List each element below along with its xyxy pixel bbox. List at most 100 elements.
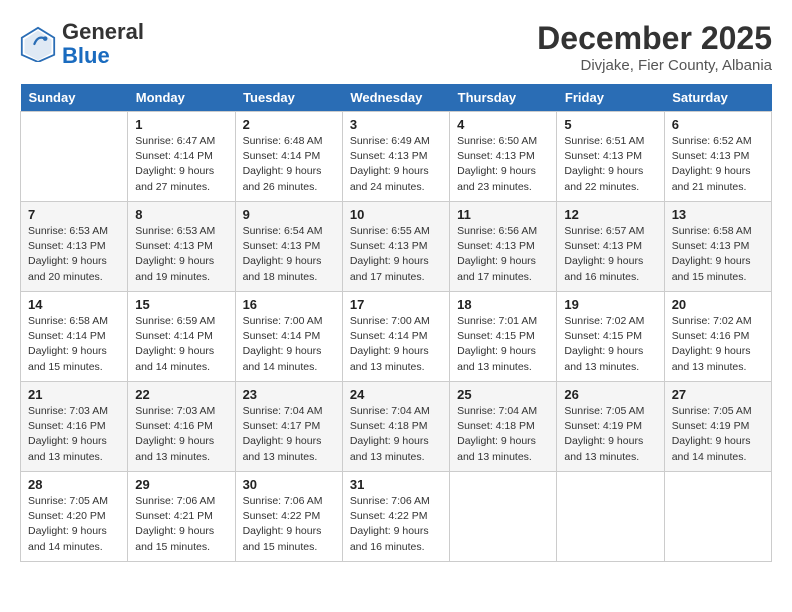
calendar-cell: 7 Sunrise: 6:53 AMSunset: 4:13 PMDaylight… bbox=[21, 202, 128, 292]
calendar-cell: 13 Sunrise: 6:58 AMSunset: 4:13 PMDayligh… bbox=[664, 202, 771, 292]
calendar-week-row: 21 Sunrise: 7:03 AMSunset: 4:16 PMDayligh… bbox=[21, 382, 772, 472]
calendar-cell: 10 Sunrise: 6:55 AMSunset: 4:13 PMDayligh… bbox=[342, 202, 449, 292]
calendar-cell bbox=[450, 472, 557, 562]
calendar-cell bbox=[557, 472, 664, 562]
day-info: Sunrise: 6:58 AMSunset: 4:13 PMDaylight:… bbox=[672, 224, 764, 285]
day-info: Sunrise: 7:04 AMSunset: 4:17 PMDaylight:… bbox=[243, 404, 335, 465]
day-info: Sunrise: 7:00 AMSunset: 4:14 PMDaylight:… bbox=[350, 314, 442, 375]
day-number: 15 bbox=[135, 297, 227, 312]
day-number: 14 bbox=[28, 297, 120, 312]
day-info: Sunrise: 7:01 AMSunset: 4:15 PMDaylight:… bbox=[457, 314, 549, 375]
day-info: Sunrise: 6:53 AMSunset: 4:13 PMDaylight:… bbox=[135, 224, 227, 285]
day-info: Sunrise: 6:48 AMSunset: 4:14 PMDaylight:… bbox=[243, 134, 335, 195]
day-of-week-header: Thursday bbox=[450, 84, 557, 112]
day-info: Sunrise: 6:56 AMSunset: 4:13 PMDaylight:… bbox=[457, 224, 549, 285]
calendar-cell: 24 Sunrise: 7:04 AMSunset: 4:18 PMDayligh… bbox=[342, 382, 449, 472]
calendar-header-row: SundayMondayTuesdayWednesdayThursdayFrid… bbox=[21, 84, 772, 112]
day-number: 5 bbox=[564, 117, 656, 132]
calendar-cell: 17 Sunrise: 7:00 AMSunset: 4:14 PMDayligh… bbox=[342, 292, 449, 382]
calendar-week-row: 14Sunrise: 6:58 AMSunset: 4:14 PMDayligh… bbox=[21, 292, 772, 382]
day-number: 22 bbox=[135, 387, 227, 402]
calendar-cell: 6 Sunrise: 6:52 AMSunset: 4:13 PMDaylight… bbox=[664, 112, 771, 202]
day-info: Sunrise: 7:04 AMSunset: 4:18 PMDaylight:… bbox=[457, 404, 549, 465]
calendar-cell: 27 Sunrise: 7:05 AMSunset: 4:19 PMDayligh… bbox=[664, 382, 771, 472]
calendar-cell: 31Sunrise: 7:06 AMSunset: 4:22 PMDayligh… bbox=[342, 472, 449, 562]
day-info: Sunrise: 6:49 AMSunset: 4:13 PMDaylight:… bbox=[350, 134, 442, 195]
calendar-cell: 30 Sunrise: 7:06 AMSunset: 4:22 PMDayligh… bbox=[235, 472, 342, 562]
title-area: December 2025 Divjake, Fier County, Alba… bbox=[537, 20, 772, 74]
calendar-cell: 29 Sunrise: 7:06 AMSunset: 4:21 PMDayligh… bbox=[128, 472, 235, 562]
calendar-cell: 8 Sunrise: 6:53 AMSunset: 4:13 PMDaylight… bbox=[128, 202, 235, 292]
day-number: 23 bbox=[243, 387, 335, 402]
day-number: 19 bbox=[564, 297, 656, 312]
day-number: 30 bbox=[243, 477, 335, 492]
day-info: Sunrise: 6:51 AMSunset: 4:13 PMDaylight:… bbox=[564, 134, 656, 195]
day-info: Sunrise: 7:05 AMSunset: 4:19 PMDaylight:… bbox=[564, 404, 656, 465]
calendar-cell: 25Sunrise: 7:04 AMSunset: 4:18 PMDayligh… bbox=[450, 382, 557, 472]
month-title: December 2025 bbox=[537, 20, 772, 57]
logo: General Blue bbox=[20, 20, 144, 68]
day-number: 24 bbox=[350, 387, 442, 402]
day-number: 29 bbox=[135, 477, 227, 492]
general-blue-logo-icon bbox=[20, 26, 56, 62]
day-number: 6 bbox=[672, 117, 764, 132]
calendar-cell: 26 Sunrise: 7:05 AMSunset: 4:19 PMDayligh… bbox=[557, 382, 664, 472]
day-info: Sunrise: 6:54 AMSunset: 4:13 PMDaylight:… bbox=[243, 224, 335, 285]
calendar-cell: 4Sunrise: 6:50 AMSunset: 4:13 PMDaylight… bbox=[450, 112, 557, 202]
day-info: Sunrise: 7:06 AMSunset: 4:22 PMDaylight:… bbox=[350, 494, 442, 555]
day-of-week-header: Tuesday bbox=[235, 84, 342, 112]
day-info: Sunrise: 6:53 AMSunset: 4:13 PMDaylight:… bbox=[28, 224, 120, 285]
calendar-cell: 18Sunrise: 7:01 AMSunset: 4:15 PMDayligh… bbox=[450, 292, 557, 382]
day-info: Sunrise: 6:47 AMSunset: 4:14 PMDaylight:… bbox=[135, 134, 227, 195]
day-info: Sunrise: 6:59 AMSunset: 4:14 PMDaylight:… bbox=[135, 314, 227, 375]
calendar-cell: 28 Sunrise: 7:05 AMSunset: 4:20 PMDayligh… bbox=[21, 472, 128, 562]
calendar-cell: 16Sunrise: 7:00 AMSunset: 4:14 PMDayligh… bbox=[235, 292, 342, 382]
day-of-week-header: Wednesday bbox=[342, 84, 449, 112]
day-number: 26 bbox=[564, 387, 656, 402]
day-info: Sunrise: 7:03 AMSunset: 4:16 PMDaylight:… bbox=[28, 404, 120, 465]
calendar-week-row: 7 Sunrise: 6:53 AMSunset: 4:13 PMDaylight… bbox=[21, 202, 772, 292]
calendar-cell: 3 Sunrise: 6:49 AMSunset: 4:13 PMDaylight… bbox=[342, 112, 449, 202]
day-number: 9 bbox=[243, 207, 335, 222]
day-number: 13 bbox=[672, 207, 764, 222]
day-info: Sunrise: 6:52 AMSunset: 4:13 PMDaylight:… bbox=[672, 134, 764, 195]
day-number: 4 bbox=[457, 117, 549, 132]
day-number: 27 bbox=[672, 387, 764, 402]
day-info: Sunrise: 7:04 AMSunset: 4:18 PMDaylight:… bbox=[350, 404, 442, 465]
day-number: 20 bbox=[672, 297, 764, 312]
day-info: Sunrise: 6:55 AMSunset: 4:13 PMDaylight:… bbox=[350, 224, 442, 285]
calendar-cell: 23 Sunrise: 7:04 AMSunset: 4:17 PMDayligh… bbox=[235, 382, 342, 472]
day-number: 21 bbox=[28, 387, 120, 402]
calendar-cell: 20Sunrise: 7:02 AMSunset: 4:16 PMDayligh… bbox=[664, 292, 771, 382]
page-header: General Blue December 2025 Divjake, Fier… bbox=[20, 20, 772, 74]
calendar-cell: 11 Sunrise: 6:56 AMSunset: 4:13 PMDayligh… bbox=[450, 202, 557, 292]
day-number: 3 bbox=[350, 117, 442, 132]
day-info: Sunrise: 7:05 AMSunset: 4:19 PMDaylight:… bbox=[672, 404, 764, 465]
day-number: 10 bbox=[350, 207, 442, 222]
day-number: 7 bbox=[28, 207, 120, 222]
calendar-cell: 19Sunrise: 7:02 AMSunset: 4:15 PMDayligh… bbox=[557, 292, 664, 382]
logo-text: General Blue bbox=[62, 20, 144, 68]
calendar-week-row: 1Sunrise: 6:47 AMSunset: 4:14 PMDaylight… bbox=[21, 112, 772, 202]
day-number: 28 bbox=[28, 477, 120, 492]
day-of-week-header: Friday bbox=[557, 84, 664, 112]
calendar-table: SundayMondayTuesdayWednesdayThursdayFrid… bbox=[20, 84, 772, 562]
day-number: 12 bbox=[564, 207, 656, 222]
day-info: Sunrise: 7:05 AMSunset: 4:20 PMDaylight:… bbox=[28, 494, 120, 555]
calendar-week-row: 28 Sunrise: 7:05 AMSunset: 4:20 PMDayligh… bbox=[21, 472, 772, 562]
day-info: Sunrise: 7:03 AMSunset: 4:16 PMDaylight:… bbox=[135, 404, 227, 465]
day-of-week-header: Sunday bbox=[21, 84, 128, 112]
day-info: Sunrise: 7:00 AMSunset: 4:14 PMDaylight:… bbox=[243, 314, 335, 375]
day-info: Sunrise: 7:06 AMSunset: 4:22 PMDaylight:… bbox=[243, 494, 335, 555]
day-info: Sunrise: 7:06 AMSunset: 4:21 PMDaylight:… bbox=[135, 494, 227, 555]
calendar-cell bbox=[664, 472, 771, 562]
day-info: Sunrise: 6:57 AMSunset: 4:13 PMDaylight:… bbox=[564, 224, 656, 285]
calendar-cell: 12 Sunrise: 6:57 AMSunset: 4:13 PMDayligh… bbox=[557, 202, 664, 292]
calendar-cell: 9 Sunrise: 6:54 AMSunset: 4:13 PMDaylight… bbox=[235, 202, 342, 292]
calendar-cell: 1Sunrise: 6:47 AMSunset: 4:14 PMDaylight… bbox=[128, 112, 235, 202]
day-number: 2 bbox=[243, 117, 335, 132]
day-of-week-header: Monday bbox=[128, 84, 235, 112]
day-number: 8 bbox=[135, 207, 227, 222]
day-number: 11 bbox=[457, 207, 549, 222]
day-number: 17 bbox=[350, 297, 442, 312]
